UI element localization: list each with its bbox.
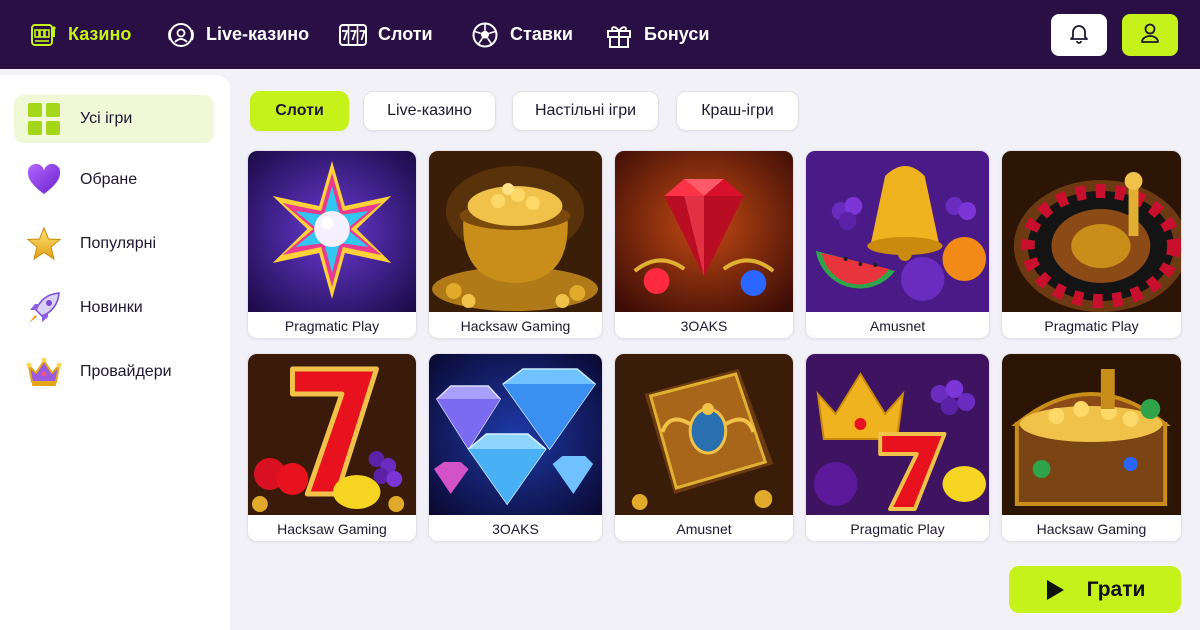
sidebar-item-label: Усі ігри <box>80 110 133 127</box>
game-art-treasure-chest <box>1002 354 1181 515</box>
game-provider-label: Pragmatic Play <box>1044 318 1139 334</box>
nav-casino[interactable]: Казино <box>28 0 131 69</box>
nav-bonuses[interactable]: Бонуси <box>604 0 709 69</box>
play-icon <box>1045 579 1067 601</box>
notifications-button[interactable] <box>1051 14 1107 56</box>
sidebar-item-new[interactable]: Новинки <box>14 284 214 332</box>
game-provider-label: Hacksaw Gaming <box>460 318 571 334</box>
grid-icon <box>26 101 62 137</box>
game-card[interactable]: Amusnet <box>805 150 990 339</box>
game-card[interactable]: 3OAKS <box>428 353 603 542</box>
game-card[interactable]: Pragmatic Play <box>805 353 990 542</box>
sidebar-item-favorites[interactable]: Обране <box>14 156 214 204</box>
game-art-fruits-bell <box>806 151 989 312</box>
game-art-red-diamond <box>615 151 793 312</box>
game-card[interactable]: Pragmatic Play <box>1001 150 1182 339</box>
filter-chip-live-casino[interactable]: Live-казино <box>363 91 496 131</box>
sidebar-item-popular[interactable]: Популярні <box>14 220 214 268</box>
game-provider-label: Amusnet <box>676 521 732 537</box>
game-art-blue-diamonds <box>429 354 602 515</box>
game-provider-label: 3OAKS <box>492 521 539 537</box>
777-icon <box>338 20 368 50</box>
slot-machine-icon <box>28 20 58 50</box>
crown-icon <box>26 354 62 390</box>
game-provider-label: Pragmatic Play <box>284 318 380 334</box>
game-card[interactable]: Hacksaw Gaming <box>247 353 417 542</box>
live-dealer-icon <box>166 20 196 50</box>
filter-chip-table-games[interactable]: Настільні ігри <box>512 91 659 131</box>
game-art-pot-of-gold <box>429 151 602 312</box>
soccer-ball-icon <box>470 20 500 50</box>
filter-chip-crash-games[interactable]: Краш-ігри <box>676 91 799 131</box>
play-button[interactable]: Грати <box>1009 566 1181 613</box>
filter-chip-slots[interactable]: Слоти <box>250 91 349 131</box>
sidebar-item-providers[interactable]: Провайдери <box>14 348 214 396</box>
rocket-icon <box>26 290 62 326</box>
game-provider-label: Hacksaw Gaming <box>277 521 387 537</box>
nav-live-casino-label: Live-казино <box>206 24 310 44</box>
game-provider-label: Amusnet <box>869 318 926 334</box>
game-provider-label: Pragmatic Play <box>850 521 945 537</box>
game-card[interactable]: 3OAKS <box>614 150 794 339</box>
nav-slots-label: Слоти <box>378 24 433 44</box>
gift-icon <box>604 20 634 50</box>
game-art-roulette-wheel <box>1002 151 1181 312</box>
game-art-crown-seven <box>806 354 989 515</box>
nav-live-casino[interactable]: Live-казино <box>166 0 309 69</box>
sidebar-item-all-games[interactable]: Усі ігри <box>14 95 214 143</box>
sidebar: Усі ігри Обране Популярні Новинки Провай… <box>0 75 230 630</box>
star-icon <box>26 226 62 262</box>
profile-button[interactable] <box>1122 14 1178 56</box>
game-provider-label: Hacksaw Gaming <box>1036 521 1147 537</box>
game-card[interactable]: Hacksaw Gaming <box>1001 353 1182 542</box>
user-icon <box>1139 22 1161 49</box>
nav-bonuses-label: Бонуси <box>644 24 710 44</box>
game-provider-label: 3OAKS <box>680 318 728 334</box>
nav-casino-label: Казино <box>68 24 132 44</box>
game-card[interactable]: Amusnet <box>614 353 794 542</box>
nav-bets[interactable]: Ставки <box>470 0 573 69</box>
sidebar-item-label: Популярні <box>80 235 156 252</box>
game-art-book-of-scarab <box>615 354 793 515</box>
game-art-lucky-seven-fruits <box>248 354 416 515</box>
heart-icon <box>26 162 62 198</box>
top-navigation-bar: Казино Live-казино Слоти Ставки Бонуси <box>0 0 1200 69</box>
game-art-starburst-gem <box>248 151 416 312</box>
sidebar-item-label: Обране <box>80 171 138 188</box>
game-card[interactable]: Hacksaw Gaming <box>428 150 603 339</box>
sidebar-item-label: Новинки <box>80 299 143 316</box>
bell-icon <box>1068 22 1090 49</box>
nav-bets-label: Ставки <box>510 24 573 44</box>
game-card[interactable]: Pragmatic Play <box>247 150 417 339</box>
play-button-label: Грати <box>1086 577 1146 601</box>
sidebar-item-label: Провайдери <box>80 363 172 380</box>
nav-slots[interactable]: Слоти <box>338 0 433 69</box>
